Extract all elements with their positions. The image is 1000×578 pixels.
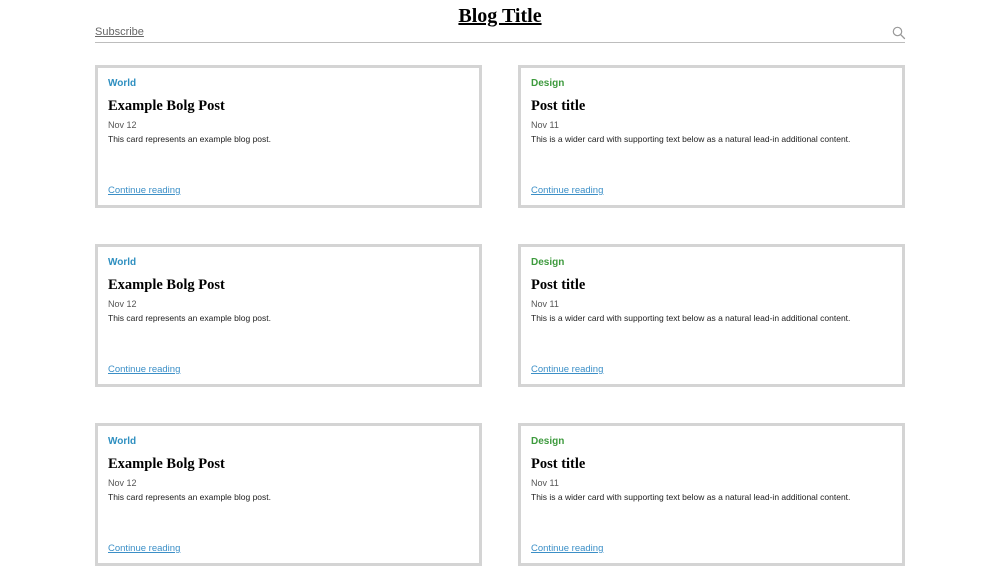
- continue-reading-link[interactable]: Continue reading: [108, 364, 180, 375]
- post-title: Example Bolg Post: [108, 98, 225, 114]
- post-title: Post title: [531, 277, 586, 293]
- post-title: Post title: [531, 456, 586, 472]
- post-date: Nov 12: [108, 120, 137, 130]
- post-excerpt: This card represents an example blog pos…: [108, 313, 272, 323]
- post-excerpt: This card represents an example blog pos…: [108, 134, 272, 144]
- category-label[interactable]: Design: [531, 257, 564, 268]
- continue-reading-link[interactable]: Continue reading: [531, 364, 603, 375]
- post-date: Nov 12: [108, 478, 137, 488]
- continue-reading-link[interactable]: Continue reading: [531, 543, 603, 554]
- category-label[interactable]: Design: [531, 436, 564, 447]
- category-label[interactable]: World: [108, 436, 136, 447]
- post-excerpt: This is a wider card with supporting tex…: [531, 492, 851, 502]
- post-title: Example Bolg Post: [108, 277, 225, 293]
- post-card: Design Post title Nov 11 This is a wider…: [518, 244, 905, 387]
- post-title: Post title: [531, 98, 586, 114]
- post-card: World Example Bolg Post Nov 12 This card…: [95, 244, 482, 387]
- category-label[interactable]: Design: [531, 78, 564, 89]
- continue-reading-link[interactable]: Continue reading: [108, 185, 180, 196]
- category-label[interactable]: World: [108, 78, 136, 89]
- search-icon[interactable]: [892, 26, 906, 40]
- continue-reading-link[interactable]: Continue reading: [531, 185, 603, 196]
- post-date: Nov 11: [531, 478, 559, 488]
- post-card: World Example Bolg Post Nov 12 This card…: [95, 423, 482, 566]
- blog-title[interactable]: Blog Title: [0, 3, 1000, 29]
- post-date: Nov 12: [108, 299, 137, 309]
- header-divider: [95, 42, 905, 43]
- post-date: Nov 11: [531, 120, 559, 130]
- post-card: Design Post title Nov 11 This is a wider…: [518, 423, 905, 566]
- post-excerpt: This is a wider card with supporting tex…: [531, 313, 851, 323]
- post-excerpt: This is a wider card with supporting tex…: [531, 134, 851, 144]
- post-card: World Example Bolg Post Nov 12 This card…: [95, 65, 482, 208]
- post-card: Design Post title Nov 11 This is a wider…: [518, 65, 905, 208]
- category-label[interactable]: World: [108, 257, 136, 268]
- continue-reading-link[interactable]: Continue reading: [108, 543, 180, 554]
- post-date: Nov 11: [531, 299, 559, 309]
- post-excerpt: This card represents an example blog pos…: [108, 492, 272, 502]
- post-title: Example Bolg Post: [108, 456, 225, 472]
- subscribe-link[interactable]: Subscribe: [95, 26, 144, 38]
